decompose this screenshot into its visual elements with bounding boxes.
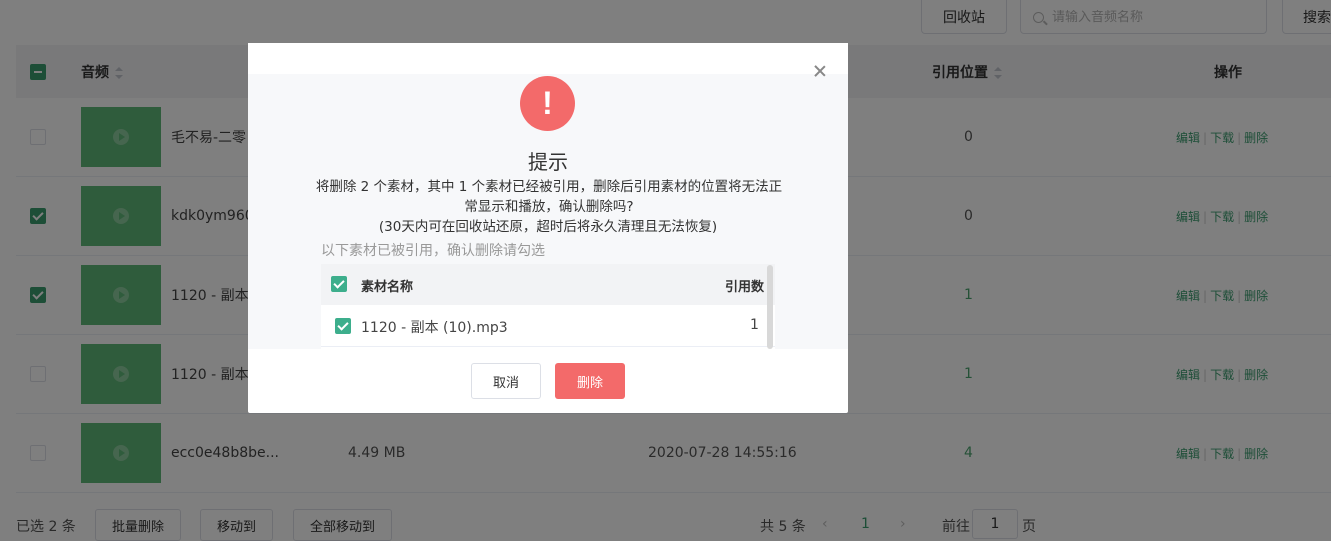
delete-button[interactable]: 删除 [555, 363, 625, 399]
dialog-note: (30天内可在回收站还原，超时后将永久清理且无法恢复) [378, 219, 718, 235]
inner-table-scrollbar[interactable] [767, 265, 773, 349]
header-ref-count: 引用数 [725, 280, 765, 295]
dialog-message: 将删除 2 个素材，其中 1 个素材已经被引用，删除后引用素材的位置将无法正常显… [315, 179, 783, 215]
header-material-name: 素材名称 [361, 280, 414, 295]
cancel-button[interactable]: 取消 [471, 363, 541, 399]
material-checkbox[interactable] [335, 318, 351, 334]
delete-confirm-dialog: ! 提示 将删除 2 个素材，其中 1 个素材已经被引用，删除后引用素材的位置将… [248, 43, 848, 413]
close-icon[interactable] [812, 63, 828, 79]
referenced-materials-table: 素材名称 引用数 1120 - 副本 (10).mp3 1 [321, 264, 775, 349]
dialog-title: 提示 [528, 150, 568, 174]
warning-icon: ! [520, 76, 575, 131]
table-row: 1120 - 副本 (10).mp3 1 [321, 305, 775, 347]
select-all-referenced-checkbox[interactable] [331, 276, 347, 292]
material-name: 1120 - 副本 (10).mp3 [361, 320, 508, 336]
dialog-subtitle: 以下素材已被引用，确认删除请勾选 [321, 243, 545, 259]
material-ref-count: 1 [750, 317, 759, 333]
dialog-header [248, 43, 848, 74]
inner-table-header: 素材名称 引用数 [321, 264, 775, 305]
